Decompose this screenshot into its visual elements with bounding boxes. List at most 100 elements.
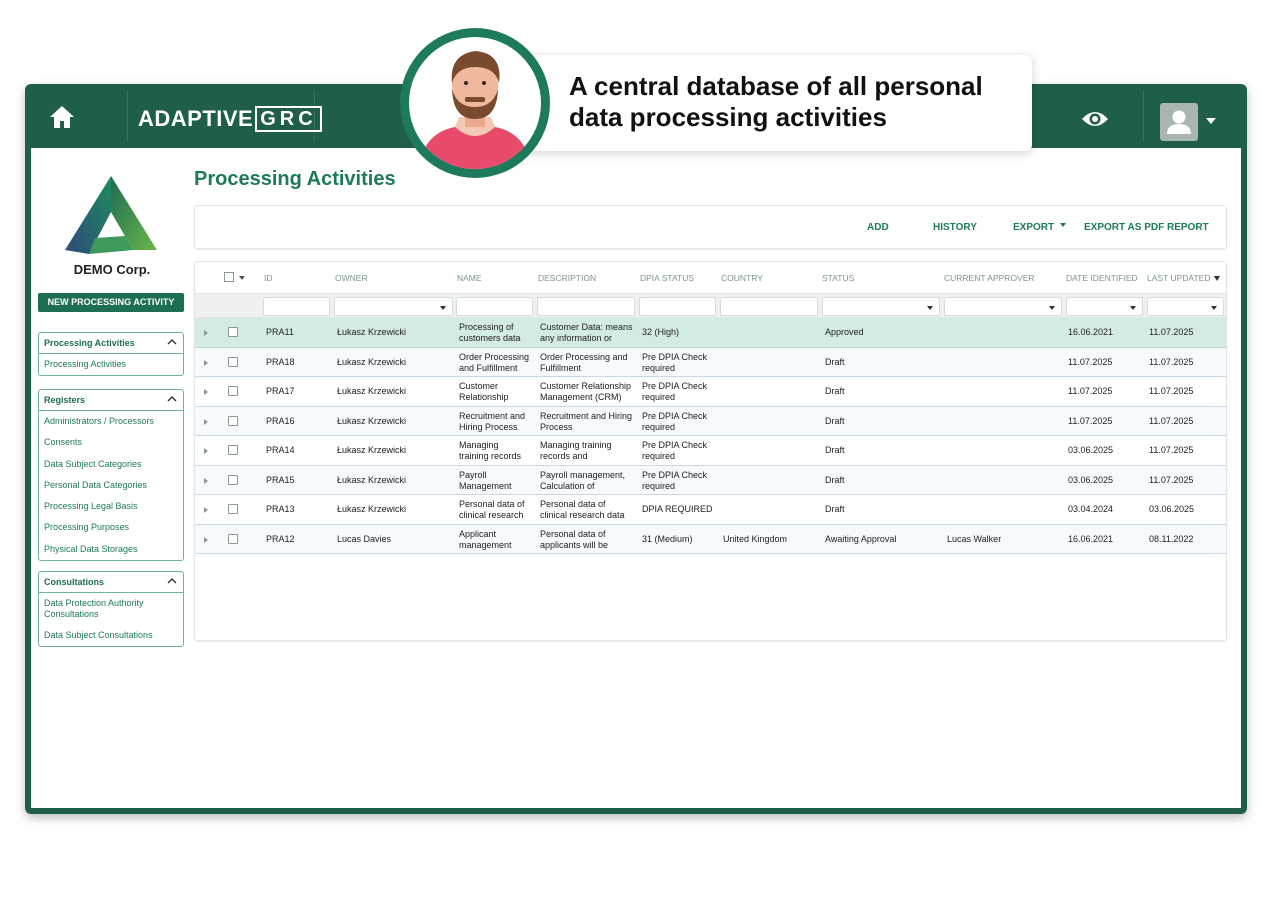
cell-id: PRA13 [266,504,295,514]
adaptive-grc-logo[interactable]: ADAPTIVE GRC [138,106,322,132]
row-checkbox[interactable] [228,445,238,455]
table-row[interactable]: PRA14 Łukasz Krzewicki Managing training re… [195,436,1226,466]
column-header-id[interactable]: ID [264,273,273,283]
sidebar-item-processing-purposes[interactable]: Processing Purposes [39,517,183,538]
cell-line: Relationship [459,392,509,402]
chevron-up-icon[interactable] [167,394,177,404]
column-header-name[interactable]: NAME [457,273,482,283]
user-menu-button[interactable] [1160,103,1198,141]
sidebar-item-processing-activities[interactable]: Processing Activities [39,354,183,375]
table-row[interactable]: PRA12 Lucas Davies Applicant management Pers… [195,524,1226,554]
cell-id: PRA12 [266,533,295,544]
filter-status-select[interactable] [822,297,940,316]
chevron-up-icon[interactable] [167,337,177,347]
cell-name: Recruitment and Hiring Process [459,411,525,433]
filter-id-input[interactable] [263,297,330,316]
expand-arrow-icon[interactable] [204,507,208,513]
filter-approver-select[interactable] [944,297,1062,316]
table-row[interactable]: PRA18 Łukasz Krzewicki Order Processing and… [195,347,1226,377]
row-checkbox[interactable] [228,356,238,367]
expand-arrow-icon[interactable] [204,536,208,543]
cell-line: customers data [459,333,521,343]
caret-down-icon [1211,306,1217,310]
row-checkbox[interactable] [228,474,238,485]
add-button[interactable]: ADD [867,222,889,233]
expand-arrow-icon[interactable] [204,418,208,425]
divider [127,90,128,142]
sidebar-item-data-subject-categories[interactable]: Data Subject Categories [39,454,183,475]
sidebar-item-administrators-processors[interactable]: Administrators / Processors [39,411,183,432]
column-header-current-approver[interactable]: CURRENT APPROVER [944,273,1035,283]
eye-icon[interactable] [1080,108,1110,130]
filter-description-input[interactable] [537,297,635,316]
filter-dpia-input[interactable] [639,297,716,316]
expand-arrow-icon[interactable] [204,330,208,336]
expand-arrow-icon[interactable] [204,389,208,395]
column-header-owner[interactable]: OWNER [335,273,368,283]
filter-owner-select[interactable] [334,297,453,316]
row-checkbox[interactable] [228,504,238,514]
table-row[interactable]: PRA16 Łukasz Krzewicki Recruitment and Hiri… [195,406,1226,436]
cell-id: PRA16 [266,415,295,426]
column-header-last-updated[interactable]: LAST UPDATED [1147,273,1210,283]
filter-date-identified-select[interactable] [1066,297,1143,316]
panel-header[interactable]: Consultations [39,572,183,593]
new-processing-activity-button[interactable]: NEW PROCESSING ACTIVITY [38,293,184,312]
caret-down-icon [1049,306,1055,310]
table-row[interactable]: PRA17 Łukasz Krzewicki Customer Relationshi… [195,377,1226,407]
filter-name-input[interactable] [456,297,533,316]
table-row[interactable]: PRA11 Łukasz Krzewicki Processing of custom… [195,318,1226,348]
sidebar-item-consents[interactable]: Consents [39,432,183,453]
caret-down-icon [440,306,446,310]
expand-arrow-icon[interactable] [204,359,208,366]
panel-header[interactable]: Registers [39,390,183,411]
filter-country-input[interactable] [720,297,818,316]
column-header-date-identified[interactable]: DATE IDENTIFIED [1066,273,1138,283]
sidebar-item-data-subject-consultations[interactable]: Data Subject Consultations [39,625,183,646]
select-all-checkbox[interactable] [224,272,234,282]
cell-line: clinical research [459,510,524,520]
column-header-dpia-status[interactable]: DPIA STATUS [640,273,694,283]
history-button[interactable]: HISTORY [933,222,977,233]
cell-line: Personal data of [540,499,606,509]
table-row[interactable]: PRA13 Łukasz Krzewicki Personal data of cli… [195,495,1226,525]
column-header-status[interactable]: STATUS [822,273,854,283]
home-icon[interactable] [47,102,77,132]
caret-down-icon[interactable] [1206,118,1216,124]
sort-desc-icon[interactable] [1214,276,1220,281]
expand-arrow-icon[interactable] [204,448,208,454]
cell-owner: Łukasz Krzewicki [337,474,407,485]
divider [1143,90,1144,142]
row-checkbox[interactable] [228,533,238,544]
caret-down-icon[interactable] [239,276,245,280]
chevron-up-icon[interactable] [167,576,177,586]
column-header-country[interactable]: COUNTRY [721,273,763,283]
expand-arrow-icon[interactable] [204,477,208,484]
column-header-description[interactable]: DESCRIPTION [538,273,596,283]
cell-line: any information or [540,333,613,343]
cell-line: Payroll [459,469,487,480]
sidebar-item-processing-legal-basis[interactable]: Processing Legal Basis [39,496,183,517]
cell-last-updated: 11.07.2025 [1149,356,1194,367]
cell-owner: Łukasz Krzewicki [337,356,407,367]
sidebar-item-personal-data-categories[interactable]: Personal Data Categories [39,475,183,496]
row-checkbox[interactable] [228,327,238,337]
cell-status: Draft [825,504,845,514]
cell-last-updated: 11.07.2025 [1149,474,1194,485]
row-checkbox[interactable] [228,415,238,426]
row-checkbox[interactable] [228,386,238,396]
panel-header[interactable]: Processing Activities [39,333,183,354]
sidebar-item-dpa-consultations[interactable]: Data Protection Authority Consultations [39,593,159,625]
filter-last-updated-select[interactable] [1147,297,1224,316]
cell-line: required [642,421,676,432]
cell-line: Management [459,480,512,491]
export-button[interactable]: EXPORT [1013,222,1067,233]
cell-name: Applicant management [459,529,512,551]
cell-line: Payroll management, [540,469,626,480]
sidebar-item-physical-data-storages[interactable]: Physical Data Storages [39,539,183,560]
cell-line: Customer Data: means [540,322,633,332]
person-avatar-icon [409,37,541,169]
export-pdf-button[interactable]: EXPORT AS PDF REPORT [1084,222,1209,233]
cell-owner: Łukasz Krzewicki [337,504,407,514]
table-row[interactable]: PRA15 Łukasz Krzewicki Payroll Management Pa… [195,465,1226,495]
